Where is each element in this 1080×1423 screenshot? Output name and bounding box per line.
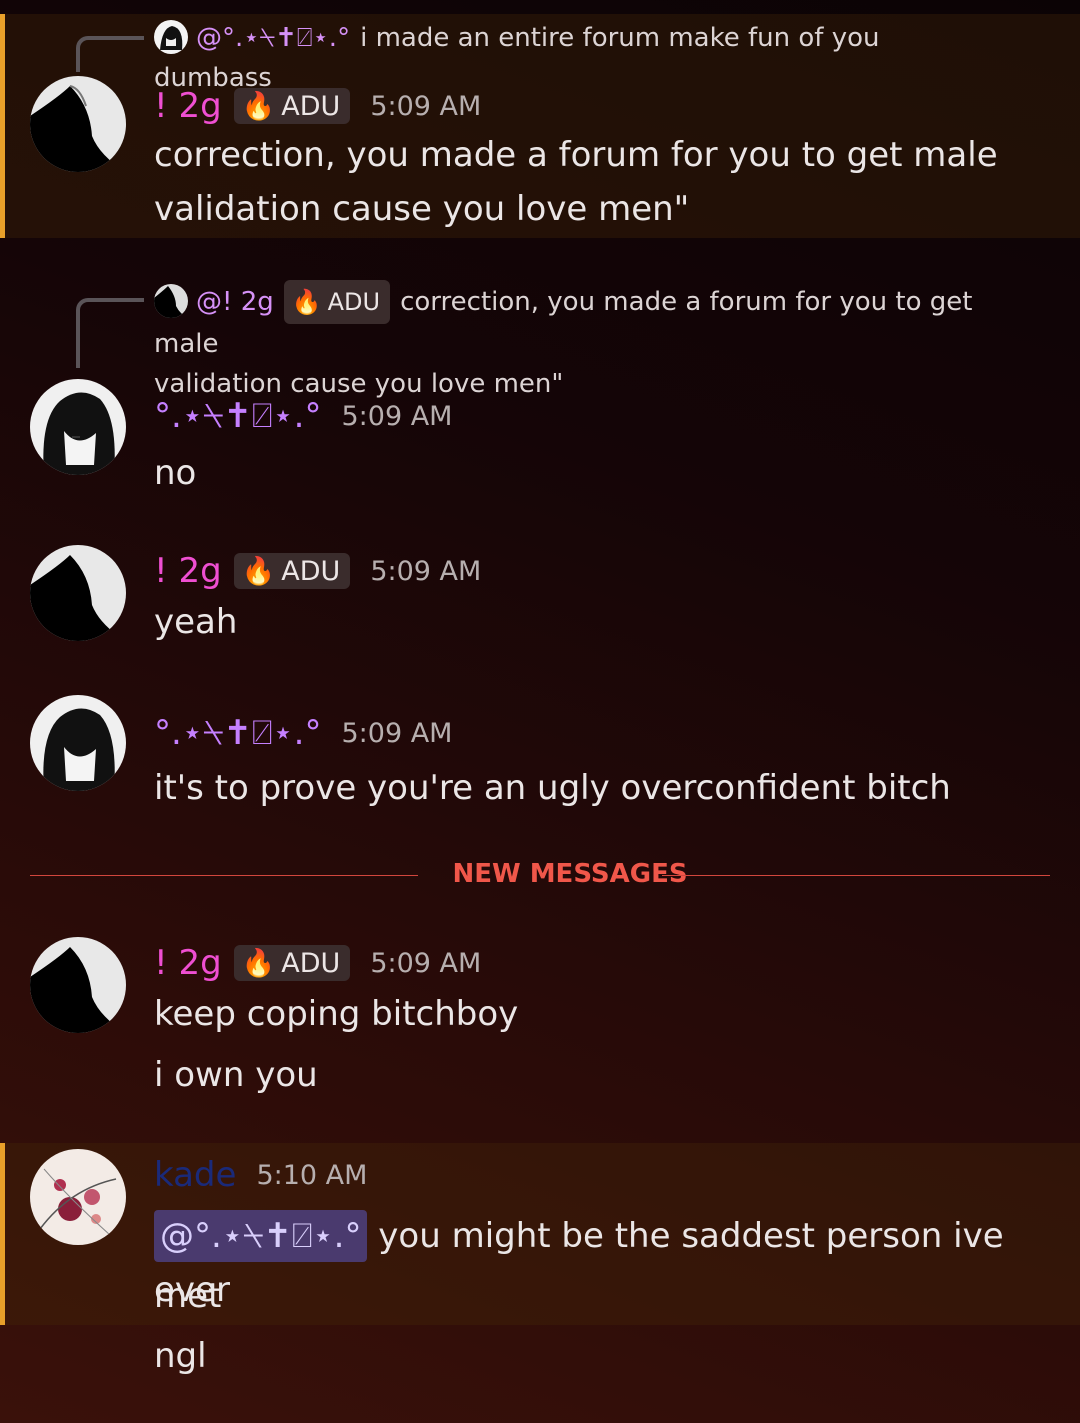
message-5[interactable]: ! 2g 🔥 ADU 5:09 AM keep coping bitchboy i… — [0, 937, 1080, 1107]
message-text: met — [154, 1276, 222, 1316]
message-1[interactable]: @°.⋆⍀✝⍁⋆.° i made an entire forum make fu… — [0, 14, 1080, 238]
mention-chip[interactable]: @°.⋆⍀✝⍁⋆.° — [154, 1210, 368, 1262]
timestamp: 5:10 AM — [256, 1159, 368, 1191]
timestamp: 5:09 AM — [370, 555, 482, 587]
timestamp: 5:09 AM — [341, 717, 453, 749]
role-tag[interactable]: 🔥 ADU — [233, 88, 351, 124]
avatar[interactable] — [30, 545, 126, 641]
username[interactable]: ! 2g — [154, 551, 222, 591]
timestamp: 5:09 AM — [341, 400, 453, 432]
reply-text: correction, you made a forum for you to … — [154, 287, 973, 359]
reply-preview[interactable]: @! 2g 🔥 ADU correction, you made a forum fo… — [154, 280, 1000, 404]
divider-rule-left — [30, 875, 418, 876]
fire-icon: 🔥 — [241, 91, 276, 122]
username[interactable]: kade — [154, 1155, 236, 1195]
divider-rule-right — [662, 875, 1050, 876]
new-messages-divider: NEW MESSAGES — [30, 859, 1050, 898]
message-2[interactable]: @! 2g 🔥 ADU correction, you made a forum fo… — [0, 280, 1080, 500]
message-3[interactable]: ! 2g 🔥 ADU 5:09 AM yeah — [0, 545, 1080, 655]
reply-role-tag: 🔥 ADU — [283, 280, 391, 324]
avatar[interactable] — [30, 1149, 126, 1245]
fire-icon: 🔥 — [241, 556, 276, 587]
reply-mention[interactable]: @°.⋆⍀✝⍁⋆.° — [196, 23, 350, 53]
username[interactable]: ! 2g — [154, 86, 222, 126]
avatar[interactable] — [30, 695, 126, 791]
message-6[interactable]: kade 5:10 AM @°.⋆⍀✝⍁⋆.° you might be the… — [0, 1143, 1080, 1413]
role-tag[interactable]: 🔥 ADU — [233, 553, 351, 589]
message-header: ! 2g 🔥 ADU 5:09 AM — [154, 551, 481, 591]
role-tag[interactable]: 🔥 ADU — [233, 945, 351, 981]
username[interactable]: ! 2g — [154, 943, 222, 983]
message-header: ! 2g 🔥 ADU 5:09 AM — [154, 86, 481, 126]
reply-avatar — [154, 20, 188, 54]
username[interactable]: °.⋆⍀✝⍁⋆.° — [154, 713, 321, 753]
reply-avatar — [154, 284, 188, 318]
reply-connector — [76, 298, 144, 368]
message-header: °.⋆⍀✝⍁⋆.° 5:09 AM — [154, 396, 452, 436]
message-text: correction, you made a forum for you to … — [154, 135, 998, 175]
avatar[interactable] — [30, 76, 126, 172]
message-header: °.⋆⍀✝⍁⋆.° 5:09 AM — [154, 713, 452, 753]
message-text: keep coping bitchboy — [154, 994, 519, 1034]
username[interactable]: °.⋆⍀✝⍁⋆.° — [154, 396, 321, 436]
message-4[interactable]: °.⋆⍀✝⍁⋆.° 5:09 AM it's to prove you're a… — [0, 695, 1080, 815]
new-messages-label: NEW MESSAGES — [452, 859, 688, 889]
fire-icon: 🔥 — [241, 948, 276, 979]
avatar[interactable] — [30, 379, 126, 475]
message-text: validation cause you love men" — [154, 189, 690, 229]
message-text: no — [154, 453, 197, 493]
timestamp: 5:09 AM — [370, 90, 482, 122]
fire-icon: 🔥 — [291, 288, 322, 316]
message-text: i own you — [154, 1055, 318, 1095]
message-header: kade 5:10 AM — [154, 1155, 367, 1195]
timestamp: 5:09 AM — [370, 947, 482, 979]
reply-connector — [76, 36, 144, 72]
message-text: it's to prove you're an ugly overconfide… — [154, 768, 951, 808]
reply-mention[interactable]: @! 2g — [196, 287, 274, 317]
avatar[interactable] — [30, 937, 126, 1033]
reply-text-line2: validation cause you love men" — [154, 369, 564, 399]
chat-log: @°.⋆⍀✝⍁⋆.° i made an entire forum make fu… — [0, 0, 1080, 1423]
message-text: yeah — [154, 602, 238, 642]
message-header: ! 2g 🔥 ADU 5:09 AM — [154, 943, 481, 983]
message-text: ngl — [154, 1336, 207, 1376]
